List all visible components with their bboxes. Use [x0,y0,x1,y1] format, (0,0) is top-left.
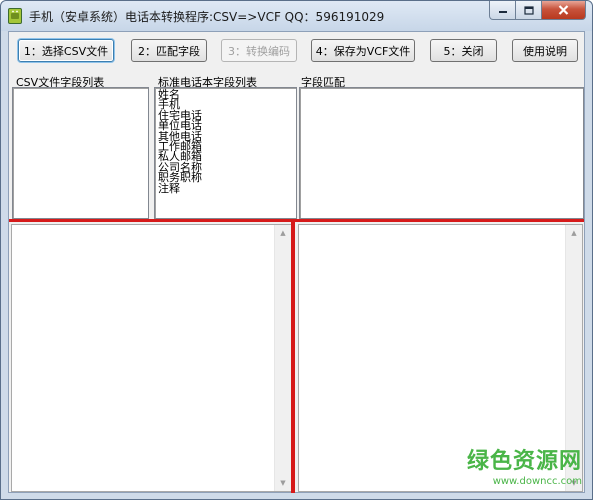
minimize-icon [498,11,507,13]
list-item[interactable]: 注释 [158,182,296,194]
scroll-up-icon[interactable]: ▲ [566,225,582,241]
close-button[interactable]: 5：关闭 [430,39,497,62]
watermark-text: 绿色资源网 [466,449,582,474]
match-fields-button[interactable]: 2：匹配字段 [131,39,207,62]
watermark-url: www.downcc.com [492,476,582,487]
standard-fields-list[interactable]: 姓名 手机 住宅电话 单位电话 其他电话 工作邮箱 私人邮箱 公司名称 职务职称 注释 [154,87,297,219]
help-button[interactable]: 使用说明 [512,39,578,62]
window-title: 手机（安卓系统）电话本转换程序:CSV=>VCF QQ：596191029 [29,10,385,24]
window-controls [489,1,586,21]
select-csv-button[interactable]: 1：选择CSV文件 [18,39,114,62]
csv-fields-list[interactable] [12,87,149,219]
app-window: 手机（安卓系统）电话本转换程序:CSV=>VCF QQ：596191029 1：… [0,0,593,500]
field-match-list[interactable] [299,87,584,219]
csv-content-scrollbar[interactable]: ▲ ▼ [274,225,291,491]
save-vcf-button[interactable]: 4：保存为VCF文件 [311,39,415,62]
close-window-button[interactable] [542,1,586,20]
maximize-icon [523,5,534,15]
maximize-button[interactable] [516,1,542,20]
vertical-splitter[interactable] [291,222,295,493]
csv-content-textarea[interactable]: ▲ ▼ [11,224,292,492]
close-icon [558,5,569,15]
convert-encoding-button[interactable]: 3：转换编码 [221,39,297,62]
scroll-down-icon[interactable]: ▼ [275,475,291,491]
scroll-up-icon[interactable]: ▲ [275,225,291,241]
horizontal-splitter[interactable] [9,219,584,222]
main-client-area: 1：选择CSV文件 2：匹配字段 3：转换编码 4：保存为VCF文件 5：关闭 … [8,31,585,493]
minimize-button[interactable] [489,1,516,20]
android-icon [8,8,22,24]
watermark: 绿色资源网 www.downcc.com [467,443,582,487]
title-bar[interactable]: 手机（安卓系统）电话本转换程序:CSV=>VCF QQ：596191029 [1,1,592,31]
